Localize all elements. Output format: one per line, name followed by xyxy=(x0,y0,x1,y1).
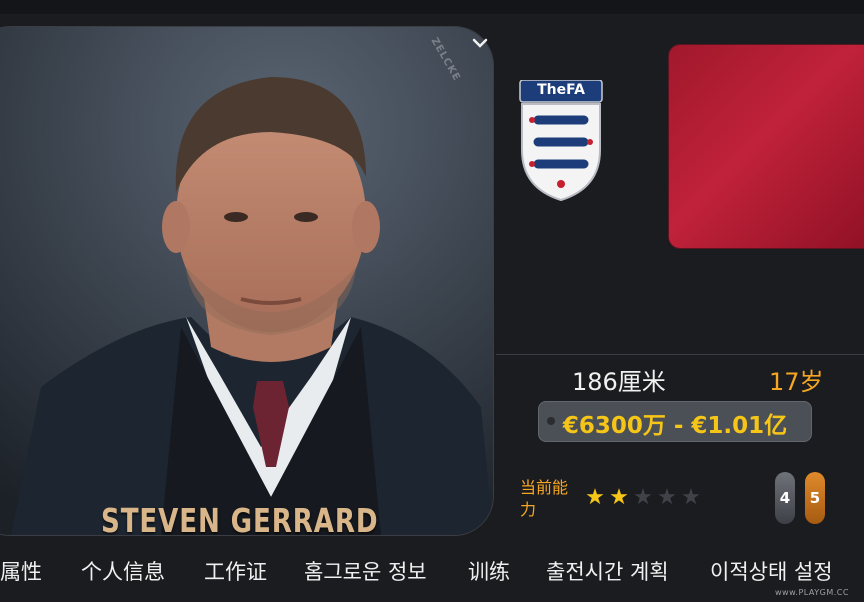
transfer-value-pill: €6300万 - €1.01亿 xyxy=(538,401,812,442)
star-icon: ★ xyxy=(681,485,701,510)
site-watermark: www.PLAYGM.CC xyxy=(775,588,849,597)
divider xyxy=(496,354,864,355)
player-height: 186厘米 xyxy=(572,368,666,396)
chevron-down-icon[interactable] xyxy=(471,36,489,50)
star-icon: ★ xyxy=(633,485,653,510)
star-icon: ★ xyxy=(609,485,629,510)
nation-flag[interactable] xyxy=(668,44,864,249)
star-icon: ★ xyxy=(585,485,605,510)
current-ability-label: 当前能力 xyxy=(520,478,569,519)
three-lions-icon xyxy=(519,79,603,202)
player-name: STEVEN GERRARD xyxy=(101,501,379,536)
potential-rating: 5 xyxy=(805,472,825,524)
tab-transfer-status[interactable]: 이적상태 설정 xyxy=(710,556,833,586)
tab-homegrown-info[interactable]: 홈그로운 정보 xyxy=(304,556,427,586)
profile-tabs: 属性 个人信息 工作证 홈그로운 정보 训练 출전시간 계획 이적상태 설정 xyxy=(0,556,864,592)
current-rating: 4 xyxy=(775,472,795,524)
club-badge[interactable]: TheFA xyxy=(516,79,606,202)
player-photo xyxy=(0,27,493,535)
tab-attributes[interactable]: 属性 xyxy=(0,556,42,586)
rating-indicators: 4 5 xyxy=(775,472,825,524)
tab-training[interactable]: 训练 xyxy=(468,556,510,586)
tab-personal-info[interactable]: 个人信息 xyxy=(81,556,165,586)
badge-text: TheFA xyxy=(537,82,585,98)
tab-work-permit[interactable]: 工作证 xyxy=(204,556,267,586)
transfer-value: €6300万 - €1.01亿 xyxy=(562,413,788,439)
star-icon: ★ xyxy=(657,485,677,510)
tab-playing-time-plan[interactable]: 출전시간 계획 xyxy=(546,556,669,586)
top-bar xyxy=(0,0,864,14)
player-photo-card: STEVEN GERRARD xyxy=(0,26,494,536)
ability-stars: ★ ★ ★ ★ ★ xyxy=(584,486,702,510)
player-age: 17岁 xyxy=(769,368,824,396)
